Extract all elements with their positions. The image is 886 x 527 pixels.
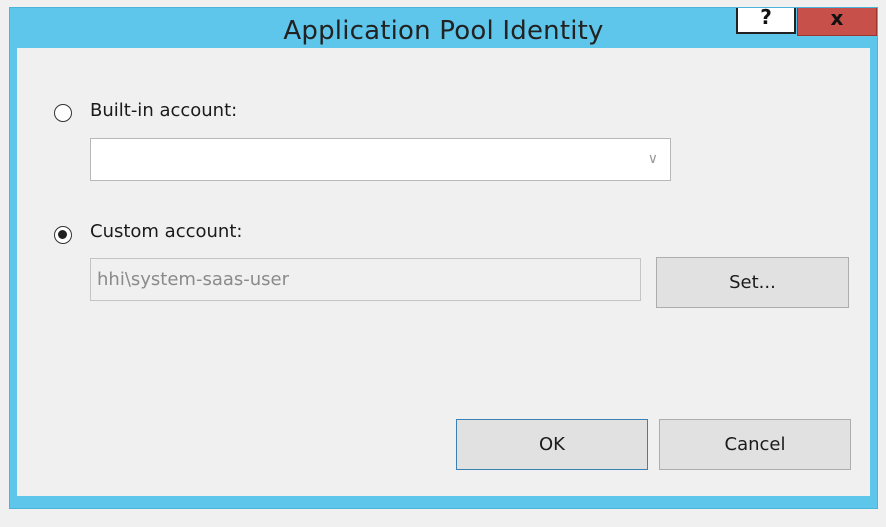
dialog-window: Application Pool Identity ? x Built-in a… [10,5,877,508]
cancel-button[interactable]: Cancel [659,419,851,470]
builtin-account-radio[interactable] [54,104,72,122]
custom-account-radio[interactable] [54,226,72,244]
screen: Application Pool Identity ? x Built-in a… [0,0,886,527]
builtin-account-label[interactable]: Built-in account: [90,100,237,121]
builtin-account-dropdown[interactable]: ∨ [90,138,671,181]
ok-button[interactable]: OK [456,419,648,470]
custom-account-field[interactable]: hhi\system-saas-user [90,258,641,301]
dialog-body: Built-in account: ∨ Custom account: hhi\… [17,48,870,496]
help-button[interactable]: ? [736,5,796,34]
help-icon: ? [760,5,772,29]
custom-account-label[interactable]: Custom account: [90,221,242,242]
close-icon: x [830,6,844,30]
chevron-down-icon: ∨ [647,151,658,167]
close-button[interactable]: x [797,8,877,36]
set-button[interactable]: Set... [656,257,849,308]
radio-selected-dot [58,230,67,239]
